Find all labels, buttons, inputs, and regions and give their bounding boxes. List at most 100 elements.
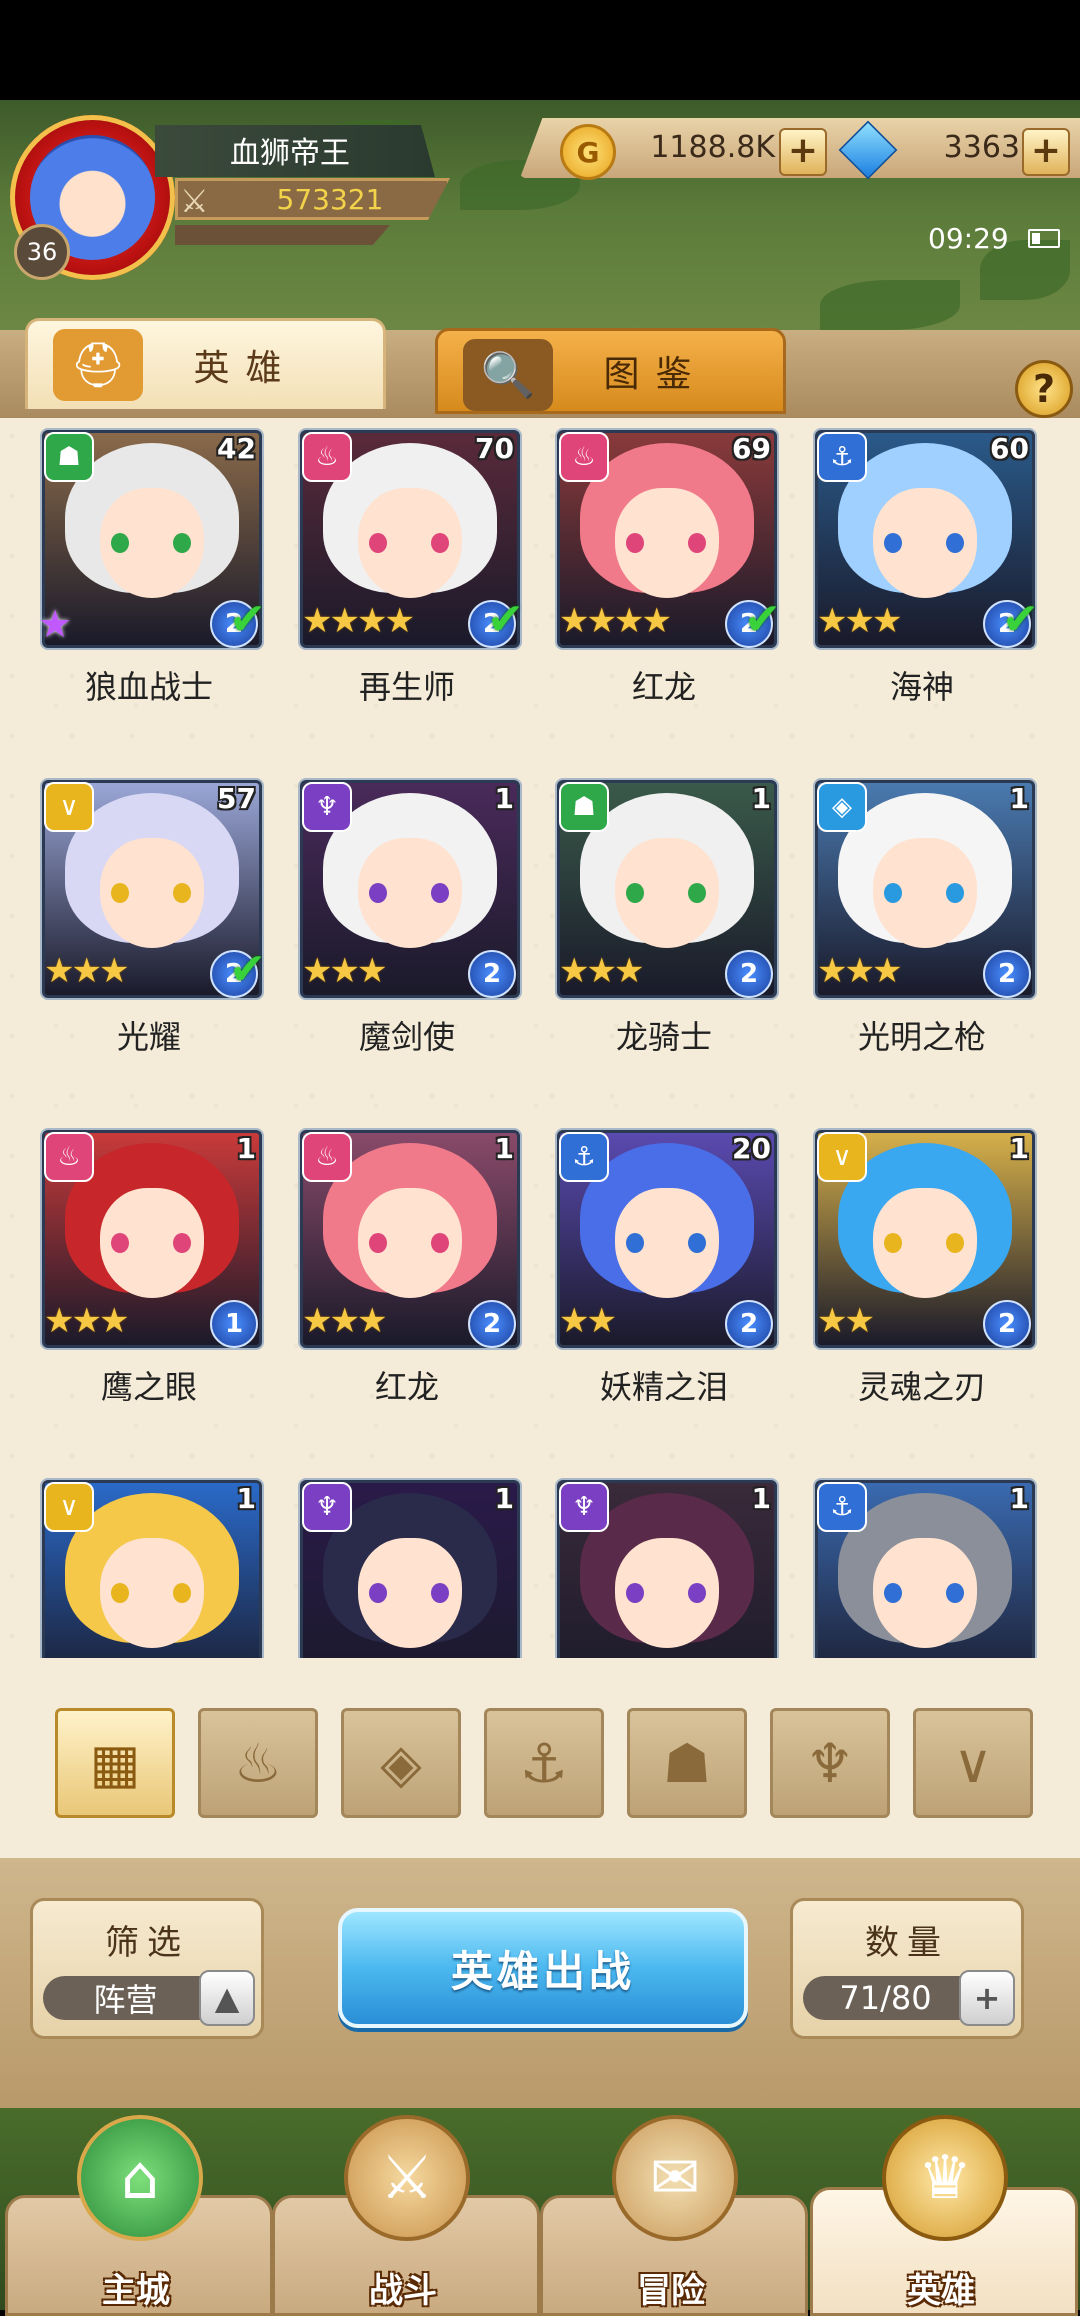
hero-rank-badge: 1 [210,1300,258,1348]
star-icon: ★ [71,951,102,991]
hero-level: 69 [732,432,771,465]
star-icon: ★ [302,951,333,991]
star-icon: ★ [384,601,415,641]
hero-name: 魔剑使 [358,1018,455,1056]
filter-flame-button[interactable]: ♨ [198,1708,318,1818]
anchor-faction-icon: ⚓ [817,1482,867,1532]
hero-stars: ★ ★ ★ [302,1302,387,1340]
hero-card[interactable]: ∨ 1 [42,1480,262,1658]
nav-adventure[interactable]: ✉ 冒险 [540,2115,808,2316]
hero-name: 灵魂之刃 [857,1368,986,1406]
filter-anchor-button[interactable]: ⚓ [484,1708,604,1818]
star-icon: ★ [559,1301,590,1341]
hero-name: 龙骑士 [615,1018,712,1056]
filter-all-button[interactable]: ▦ [55,1708,175,1818]
add-gold-button[interactable]: + [779,128,827,176]
checkmark-icon: ✔ [229,944,266,995]
hero-card[interactable]: ♨ 69 ★ ★ ★ ★ 2 ✔ 红龙 [557,430,781,706]
count-label: 数量 [865,1923,949,1963]
diamond-value: 3363 [943,130,1020,165]
hero-level: 1 [751,782,771,815]
light-faction-icon: ∨ [44,1482,94,1532]
nav-adventure-label: 冒险 [637,2271,705,2311]
star-icon: ★ [817,601,848,641]
hero-card[interactable]: ♆ 1 ★ ★ ★ 2 魔剑使 [300,780,520,1056]
filter-panel: 筛选 阵营 ▲ [30,1898,264,2039]
hero-level: 20 [732,1132,771,1165]
hero-level: 1 [1009,1132,1029,1165]
add-capacity-button[interactable]: + [959,1970,1015,2026]
checkmark-icon: ✔ [1002,594,1039,645]
hero-card[interactable]: ⚓ 1 [815,1480,1035,1658]
hero-card[interactable]: ♨ 1 ★ ★ ★ 2 红龙 [300,1130,520,1406]
nav-main-city[interactable]: ⌂ 主城 [5,2115,273,2316]
helmet-icon: ⛑ [53,329,143,401]
filter-crystal-button[interactable]: ◈ [341,1708,461,1818]
hero-card[interactable]: ☗ 1 ★ ★ ★ 2 龙骑士 [557,780,777,1056]
hero-card[interactable]: ∨ 1 ★ ★ 2 灵魂之刃 [815,1130,1035,1406]
star-icon: ★ [44,1301,75,1341]
light-faction-icon: ∨ [817,1132,867,1182]
power-value: 573321 [276,183,384,216]
hero-level: 1 [494,1482,514,1515]
star-icon: ★ [559,601,590,641]
nav-battle[interactable]: ⚔ 战斗 [272,2115,540,2316]
chevron-up-icon: ▲ [214,1979,240,2017]
scroll-map-icon: ✉ [612,2115,738,2241]
add-diamond-button[interactable]: + [1022,128,1070,176]
flame-faction-icon: ♨ [44,1132,94,1182]
filter-beast-button[interactable]: ☗ [627,1708,747,1818]
hero-level: 60 [990,432,1029,465]
filter-dark-button[interactable]: ♆ [770,1708,890,1818]
tab-codex[interactable]: 🔍 图鉴 [435,328,786,414]
nav-main-city-label: 主城 [102,2271,170,2311]
hero-level: 1 [236,1132,256,1165]
star-icon: ★ [71,1301,102,1341]
hero-level: 1 [751,1482,771,1515]
dark-horn-icon: ♆ [805,1731,855,1795]
help-button[interactable]: ? [1015,360,1073,418]
hero-level: 1 [236,1482,256,1515]
hero-level: 70 [475,432,514,465]
player-level-badge: 36 [14,224,70,280]
hero-stars: ★ ★ ★ [559,952,644,990]
count-value: 71/80 [839,1979,932,2017]
star-icon: ★ [329,601,360,641]
filter-value: 阵营 [93,1981,158,2019]
hero-card[interactable]: ♆ 1 [300,1480,520,1658]
hero-stars: ★ ★ ★ [302,951,388,991]
tab-heroes[interactable]: ⛑ 英雄 [25,318,386,409]
filter-light-button[interactable]: ∨ [913,1708,1033,1818]
hero-name: 海神 [889,668,954,706]
status-strip [0,0,1080,100]
hero-rank-badge: 2 [468,1300,516,1348]
hero-stars: ★ ★ ★ ★ [302,601,415,641]
hero-card[interactable]: ♨ 1 ★ ★ ★ 1 鹰之眼 [42,1130,262,1406]
hero-card[interactable]: ∨ 57 ★ ★ ★ 2 ✔ 光耀 [42,780,266,1056]
hero-card[interactable]: ⚓ 20 ★ ★ 2 妖精之泪 [557,1130,777,1406]
filter-toggle-button[interactable]: ▲ [199,1970,255,2026]
checkmark-icon: ✔ [229,594,266,645]
deploy-heroes-button[interactable]: 英雄出战 [338,1908,748,2028]
hero-card[interactable]: ♆ 1 [557,1480,777,1658]
hero-name: 红龙 [374,1368,439,1406]
star-icon: ★ [356,951,388,991]
clock: 09:29 [928,222,1009,255]
checkmark-icon: ✔ [744,594,781,645]
star-icon: ★ [871,951,903,991]
hero-card[interactable]: ⚓ 60 ★ ★ ★ 2 ✔ 海神 [815,430,1039,706]
nav-battle-label: 战斗 [369,2271,437,2311]
hero-card[interactable]: ☗ 42 ★ 2 ✔ 狼血战士 [38,430,266,706]
hero-stars: ★ ★ ★ [44,951,129,991]
hero-card[interactable]: ♨ 70 ★ ★ ★ ★ 2 ✔ 再生师 [300,430,524,706]
star-icon: ★ [613,601,645,641]
hero-card[interactable]: ◈ 1 ★ ★ ★ 2 光明之枪 [815,780,1035,1056]
hero-rank-badge: 2 [983,1300,1031,1348]
anchor-icon: ⚓ [519,1731,569,1795]
battery-icon [1028,229,1060,248]
hero-name: 光耀 [116,1018,181,1056]
star-icon: ★ [817,951,848,991]
nav-heroes[interactable]: ♛ 英雄 [810,2115,1078,2316]
dark-faction-icon: ♆ [302,1482,352,1532]
hero-stars: ★ ★ ★ [817,951,903,991]
